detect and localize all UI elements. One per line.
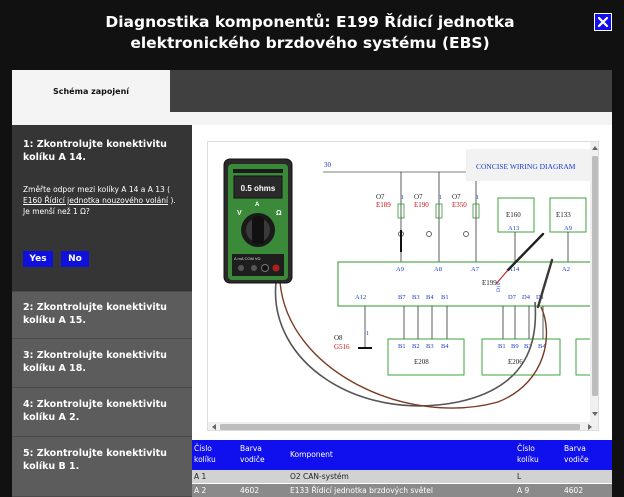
svg-text:B4: B4 <box>426 294 434 301</box>
svg-text:B7: B7 <box>398 294 406 301</box>
tab-wiring-diagram[interactable]: Schéma zapojení <box>12 70 170 113</box>
col-wire-color: Barva vodiče <box>240 444 265 464</box>
svg-text:E133: E133 <box>556 211 571 219</box>
module-e208[interactable]: B1 B2 B3 B4 E208 <box>387 338 465 376</box>
step-3[interactable]: 3: Zkontrolujte konektivitu kolíku A 18. <box>12 339 192 388</box>
svg-text:O8: O8 <box>334 334 343 342</box>
step-2[interactable]: 2: Zkontrolujte konektivitu kolíku A 15. <box>12 292 192 339</box>
step-5[interactable]: 5: Zkontrolujte konektivitu kolíku B 1. <box>12 437 192 497</box>
svg-text:B4: B4 <box>441 343 449 350</box>
col-wire-color-2: Barva vodiče <box>564 444 589 464</box>
svg-text:G516: G516 <box>334 343 350 351</box>
svg-text:E199: E199 <box>482 279 497 287</box>
step-title: 2: Zkontrolujte konektivitu kolíku A 15. <box>23 302 167 326</box>
fuse-3[interactable]: O7 E350 1 <box>452 172 480 277</box>
svg-text:D7: D7 <box>508 294 517 301</box>
steps-sidebar: 1: Zkontrolujte konektivitu kolíku A 14.… <box>12 125 192 497</box>
close-icon <box>597 16 609 28</box>
module-e206[interactable]: B1 B9 B3 B4 E206 <box>481 338 561 376</box>
svg-text:O7: O7 <box>414 193 423 201</box>
svg-text:B1: B1 <box>498 343 506 350</box>
svg-text:1: 1 <box>439 195 442 201</box>
tab-bar: Schéma zapojení <box>12 70 612 113</box>
diagram-hscroll-thumb <box>220 424 580 430</box>
step-title: 3: Zkontrolujte konektivitu kolíku A 18. <box>23 350 167 374</box>
svg-text:A9: A9 <box>564 225 572 232</box>
wiring-diagram-area: 30 O7 E189 1 O7 E190 1 O7 E350 1 E160 A1… <box>192 125 612 440</box>
line-number: 30 <box>324 161 332 169</box>
svg-text:E208: E208 <box>414 358 429 366</box>
svg-text:B1: B1 <box>398 343 406 350</box>
svg-text:D4: D4 <box>522 294 531 301</box>
svg-text:A9: A9 <box>396 266 404 273</box>
multimeter[interactable]: 0.5 ohms V Ω A A mA COM VΩ <box>223 158 293 284</box>
diagnostic-panel: Schéma zapojení 1: Zkontrolujte konektiv… <box>12 70 612 497</box>
svg-text:V: V <box>237 210 242 217</box>
svg-text:A mA COM VΩ: A mA COM VΩ <box>234 256 261 261</box>
table-row[interactable]: A 1 O2 CAN-systém L <box>192 470 612 483</box>
svg-text:1: 1 <box>476 195 479 201</box>
svg-text:E190: E190 <box>414 201 429 209</box>
table-header: Číslo kolíku Barva vodiče Komponent Čísl… <box>192 440 612 470</box>
dialog-title: Diagnostika komponentů: E199 Řídicí jedn… <box>105 13 515 52</box>
ground-g516[interactable]: O8 G516 1 <box>334 331 372 351</box>
svg-text:A8: A8 <box>434 266 442 273</box>
step-title: 4: Zkontrolujte konektivitu kolíku A 2. <box>23 399 167 423</box>
svg-text:E350: E350 <box>452 201 467 209</box>
yes-button[interactable]: Yes <box>23 251 53 267</box>
svg-text:O7: O7 <box>376 193 385 201</box>
fuse-2[interactable]: O7 E190 1 <box>414 172 443 277</box>
component-link-e160[interactable]: E160 Řídicí jednotka nouzového volání <box>23 196 168 205</box>
svg-text:A12: A12 <box>355 294 366 301</box>
svg-text:1: 1 <box>366 331 369 337</box>
table-row[interactable]: A 2 4602 E133 Řídicí jednotka brzdových … <box>192 484 612 497</box>
svg-text:B2: B2 <box>412 343 420 350</box>
svg-text:E189: E189 <box>376 201 391 209</box>
step-title: 5: Zkontrolujte konektivitu kolíku B 1. <box>23 448 167 472</box>
step-question: Změřte odpor mezi kolíky A 14 a A 13 ( E… <box>23 184 183 217</box>
multimeter-reading: 0.5 ohms <box>241 184 276 193</box>
col-pin-number: Číslo kolíku <box>194 444 216 464</box>
svg-text:A2: A2 <box>562 266 570 273</box>
wiring-diagram[interactable]: 30 O7 E189 1 O7 E190 1 O7 E350 1 E160 A1… <box>207 141 599 431</box>
step-title: 1: Zkontrolujte konektivitu kolíku A 14. <box>23 139 167 163</box>
svg-text:B9: B9 <box>511 343 519 350</box>
diagram-vscroll-thumb <box>592 156 598 396</box>
close-button[interactable] <box>594 13 612 31</box>
svg-text:O7: O7 <box>452 193 461 201</box>
svg-text:1: 1 <box>401 195 404 201</box>
pin-table: Číslo kolíku Barva vodiče Komponent Čísl… <box>192 440 612 497</box>
svg-text:B3: B3 <box>412 294 420 301</box>
step-4[interactable]: 4: Zkontrolujte konektivitu kolíku A 2. <box>12 388 192 437</box>
svg-text:A: A <box>255 202 260 208</box>
no-button[interactable]: No <box>61 251 89 267</box>
dialog-header: Diagnostika komponentů: E199 Řídicí jedn… <box>0 0 624 70</box>
col-pin-number-2: Číslo kolíku <box>517 444 539 464</box>
step-question-text: Změřte odpor mezi kolíky A 14 a A 13 ( <box>23 185 171 194</box>
col-component: Komponent <box>290 450 333 459</box>
svg-text:A13: A13 <box>508 225 519 232</box>
svg-text:B3: B3 <box>426 343 434 350</box>
diagram-badge: CONCISE WIRING DIAGRAM <box>476 162 576 171</box>
svg-text:A7: A7 <box>471 266 480 273</box>
svg-text:B1: B1 <box>441 294 449 301</box>
module-e199[interactable]: A9 A8 A7 A14 A2 E199 A12 B7 B3 B4 B1 D7 … <box>337 261 597 307</box>
step-1[interactable]: 1: Zkontrolujte konektivitu kolíku A 14.… <box>12 125 192 292</box>
fuse-1[interactable]: O7 E189 1 <box>376 172 405 277</box>
svg-text:E160: E160 <box>506 211 521 219</box>
svg-text:Ω: Ω <box>276 210 282 217</box>
